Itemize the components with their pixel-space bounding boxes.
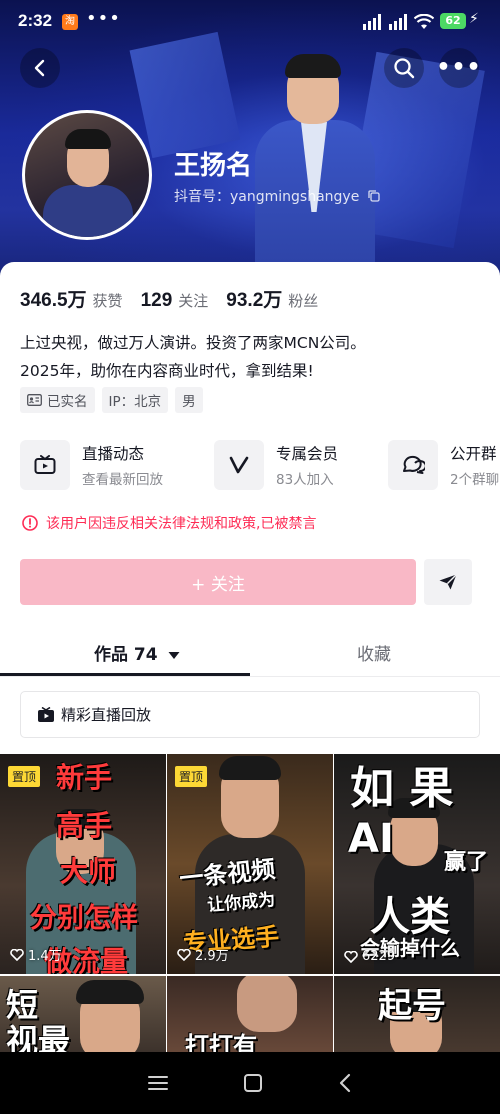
home-icon[interactable] (243, 1073, 263, 1093)
chat-icon (388, 440, 438, 490)
feature-subtitle: 查看最新回放 (82, 472, 163, 488)
profile-content: 346.5万 获赞 129 关注 93.2万 粉丝 上过央视，做过万人演讲。投资… (0, 262, 500, 1052)
feature-subtitle: 83人加入 (276, 472, 334, 488)
heart-icon (10, 948, 24, 961)
tv-icon (20, 440, 70, 490)
avatar[interactable] (22, 110, 152, 240)
followers-count[interactable]: 93.2万 (226, 285, 282, 312)
following-count[interactable]: 129 (141, 290, 173, 312)
signal-icon (389, 14, 407, 30)
tv-icon (38, 706, 54, 722)
video-caption: AI (348, 816, 394, 862)
following-label: 关注 (178, 292, 209, 310)
video-likes: 1.4万 (10, 945, 62, 964)
charging-icon: ⚡ (469, 11, 479, 27)
more-dots-icon: ••• (436, 55, 482, 80)
video-caption: 赢了 (444, 850, 489, 875)
heart-icon (177, 948, 191, 961)
verified-tag[interactable]: 已实名 (20, 387, 95, 413)
video-caption: 如 果 (350, 763, 454, 814)
pinned-badge: 置顶 (175, 766, 208, 787)
feature-group[interactable]: 公开群 2个群聊 (388, 437, 499, 493)
followers-label: 粉丝 (288, 292, 319, 310)
tab-works[interactable]: 作品 74 (94, 640, 180, 665)
more-notifications-icon: ••• (86, 8, 121, 29)
video-caption: 打打有 (185, 1032, 257, 1052)
paper-plane-icon (439, 574, 457, 590)
menu-icon[interactable] (147, 1074, 169, 1092)
video-caption: 分别怎样 (30, 903, 138, 934)
warning-text: 该用户因违反相关法律法规和政策,已被禁言 (46, 516, 317, 532)
taobao-notification-icon: 淘 (62, 14, 78, 30)
bio-line: 上过央视，做过万人演讲。投资了两家MCN公司。 (20, 334, 366, 352)
douyin-id[interactable]: 抖音号：yangmingshangye (174, 186, 380, 206)
back-button[interactable] (20, 48, 60, 88)
video-thumbnail[interactable]: 短 视最 (0, 976, 166, 1052)
content-tabs: 作品 74 收藏 (0, 632, 500, 677)
feature-membership[interactable]: 专属会员 83人加入 (214, 437, 338, 493)
back-nav-icon[interactable] (337, 1073, 353, 1093)
video-caption: 高手 (56, 809, 113, 842)
ban-warning: 该用户因违反相关法律法规和政策,已被禁言 (22, 513, 316, 533)
video-likes: 2.9万 (177, 945, 229, 964)
search-button[interactable] (384, 48, 424, 88)
ip-tag: IP：北京 (101, 387, 169, 413)
video-caption: 新手 (56, 761, 113, 794)
video-likes-count: 2.9万 (195, 949, 229, 964)
heart-icon (344, 950, 358, 963)
feature-title: 专属会员 (276, 445, 339, 463)
likes-label: 获赞 (92, 292, 123, 310)
battery-icon: 62 (440, 13, 466, 29)
wifi-icon (414, 14, 434, 29)
banner-light (129, 31, 241, 159)
douyin-id-text: 抖音号：yangmingshangye (174, 189, 360, 205)
video-thumbnail[interactable]: 打打有 (167, 976, 333, 1052)
status-bar: 2:32 淘 ••• 62 ⚡ (0, 0, 500, 44)
live-replay-label: 精彩直播回放 (61, 706, 152, 724)
video-caption: 起号 (378, 986, 446, 1026)
tab-collect[interactable]: 收藏 (357, 640, 391, 665)
more-button[interactable]: ••• (436, 48, 482, 88)
live-replay-button[interactable]: 精彩直播回放 (20, 691, 480, 738)
feature-row: 直播动态 查看最新回放 专属会员 83人加入 公开群 2个群聊 (20, 437, 500, 493)
video-likes-count: 1.4万 (28, 949, 62, 964)
search-icon (394, 58, 415, 79)
video-thumbnail[interactable]: 置顶 新手 高手 大师 分别怎样 做流量 1.4万 (0, 754, 166, 974)
video-thumbnail[interactable]: 起号 (334, 976, 500, 1052)
profile-tags: 已实名 IP：北京 男 (20, 387, 203, 413)
video-caption: 大师 (60, 855, 117, 888)
profile-name: 王扬名 (174, 151, 253, 181)
video-thumbnail[interactable]: 置顶 一条视频 让你成为 专业选手 2.9万 (167, 754, 333, 974)
warning-icon (22, 515, 38, 531)
id-card-icon (27, 394, 42, 406)
tab-works-label: 作品 74 (94, 645, 158, 665)
video-likes: 6229 (344, 949, 395, 964)
follow-button[interactable]: + 关注 (20, 559, 416, 605)
status-time: 2:32 (18, 11, 53, 30)
share-button[interactable] (424, 559, 472, 605)
chevron-left-icon (34, 59, 45, 77)
caret-down-icon (168, 652, 179, 659)
profile-stats: 346.5万 获赞 129 关注 93.2万 粉丝 (20, 285, 336, 312)
v-icon (214, 440, 264, 490)
feature-live[interactable]: 直播动态 查看最新回放 (20, 437, 163, 493)
video-likes-count: 6229 (362, 949, 396, 964)
verified-text: 已实名 (47, 394, 88, 410)
video-caption: 视最 (6, 1022, 71, 1052)
feature-title: 直播动态 (82, 445, 145, 463)
video-thumbnail[interactable]: 如 果 AI 赢了 人类 会输掉什么 6229 (334, 754, 500, 974)
active-tab-indicator (0, 673, 250, 676)
feature-title: 公开群 (450, 445, 497, 463)
signal-icon (363, 14, 381, 30)
system-nav-bar (0, 1052, 500, 1114)
bio-line: 2025年，助你在内容商业时代，拿到结果! (20, 362, 314, 380)
likes-count[interactable]: 346.5万 (20, 285, 87, 312)
copy-icon[interactable] (368, 190, 380, 202)
gender-tag: 男 (175, 387, 203, 413)
feature-subtitle: 2个群聊 (450, 472, 500, 488)
bio: 上过央视，做过万人演讲。投资了两家MCN公司。 2025年，助你在内容商业时代，… (20, 329, 366, 385)
pinned-badge: 置顶 (8, 766, 41, 787)
